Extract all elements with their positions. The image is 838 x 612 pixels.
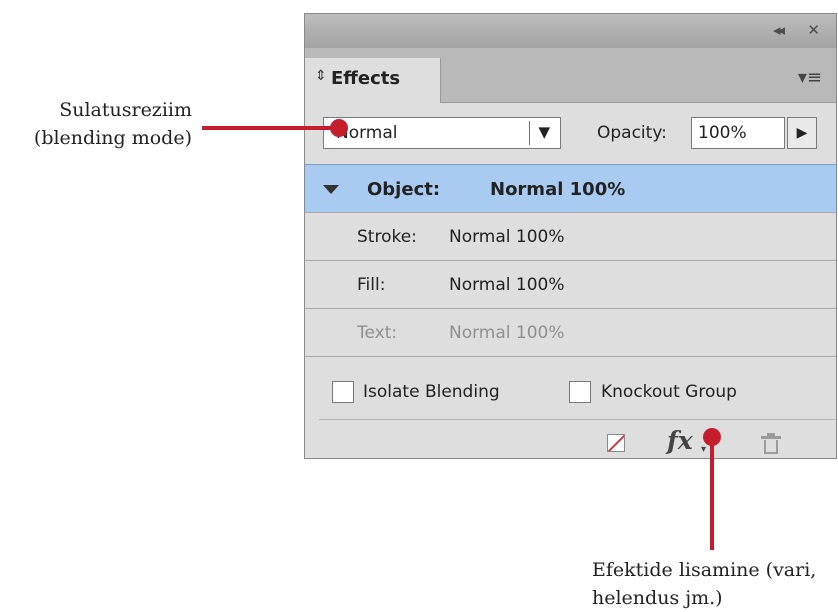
effects-row-fill[interactable]: Fill: Normal 100% [305, 261, 836, 309]
knockout-group-checkbox[interactable] [569, 381, 591, 403]
callout-line: Sulatusreziim [59, 99, 192, 121]
panel-titlebar: ◂◂ ✕ [305, 14, 836, 49]
tab-label: Effects [331, 68, 401, 89]
options-row: Isolate Blending Knockout Group [305, 369, 836, 419]
row-value: Normal 100% [490, 179, 626, 200]
callout-add-effects: Efektide lisamine (vari, helendus jm.) [592, 556, 838, 612]
row-value: Normal 100% [449, 323, 565, 343]
fx-icon[interactable]: fx [667, 426, 693, 455]
trash-body [764, 440, 778, 454]
callout-line: helendus jm.) [592, 587, 723, 609]
row-label: Text: [357, 323, 398, 343]
effects-row-stroke[interactable]: Stroke: Normal 100% [305, 213, 836, 261]
chevron-down-icon[interactable]: ▼ [538, 123, 550, 141]
collapse-icon[interactable]: ◂◂ [773, 21, 785, 39]
tab-effects[interactable]: ⇕ Effects [305, 58, 441, 103]
disclosure-triangle-icon[interactable] [323, 185, 339, 194]
clear-effects-icon[interactable] [607, 434, 625, 452]
knockout-group-label[interactable]: Knockout Group [601, 382, 737, 402]
blending-row: Normal ▼ Opacity: ▶ [305, 103, 836, 164]
select-divider [529, 121, 530, 145]
blending-mode-select[interactable]: Normal ▼ [323, 117, 561, 149]
opacity-input[interactable] [691, 117, 785, 149]
callout-line: Efektide lisamine (vari, [592, 559, 817, 581]
trash-lid [761, 436, 781, 439]
tab-bar: ⇕ Effects ▾≡ [305, 48, 836, 103]
row-value: Normal 100% [449, 227, 565, 247]
callout-blending-mode: Sulatusreziim (blending mode) [0, 96, 192, 152]
effects-row-object[interactable]: Object: Normal 100% [305, 164, 836, 213]
isolate-blending-label[interactable]: Isolate Blending [363, 382, 500, 402]
opacity-slider-button[interactable]: ▶ [787, 117, 817, 149]
callout-line: (blending mode) [33, 127, 192, 149]
callout-dot [703, 428, 721, 446]
effects-row-text[interactable]: Text: Normal 100% [305, 309, 836, 357]
callout-dot [330, 119, 348, 137]
callout-leader-line [202, 126, 336, 130]
panel-footer: fx ▾ [319, 419, 836, 460]
opacity-label: Opacity: [597, 123, 667, 143]
close-icon[interactable]: ✕ [807, 21, 820, 39]
updown-icon: ⇕ [315, 68, 327, 84]
trash-icon[interactable] [761, 433, 781, 454]
isolate-blending-checkbox[interactable] [332, 381, 354, 403]
effects-panel: ◂◂ ✕ ⇕ Effects ▾≡ Normal ▼ Opacity: ▶ Ob… [304, 13, 837, 459]
row-label: Fill: [357, 275, 386, 295]
panel-menu-icon[interactable]: ▾≡ [798, 67, 822, 88]
row-value: Normal 100% [449, 275, 565, 295]
row-label: Stroke: [357, 227, 417, 247]
fx-caret-icon[interactable]: ▾ [701, 444, 706, 455]
callout-leader-line [710, 438, 714, 550]
row-label: Object: [367, 179, 441, 200]
